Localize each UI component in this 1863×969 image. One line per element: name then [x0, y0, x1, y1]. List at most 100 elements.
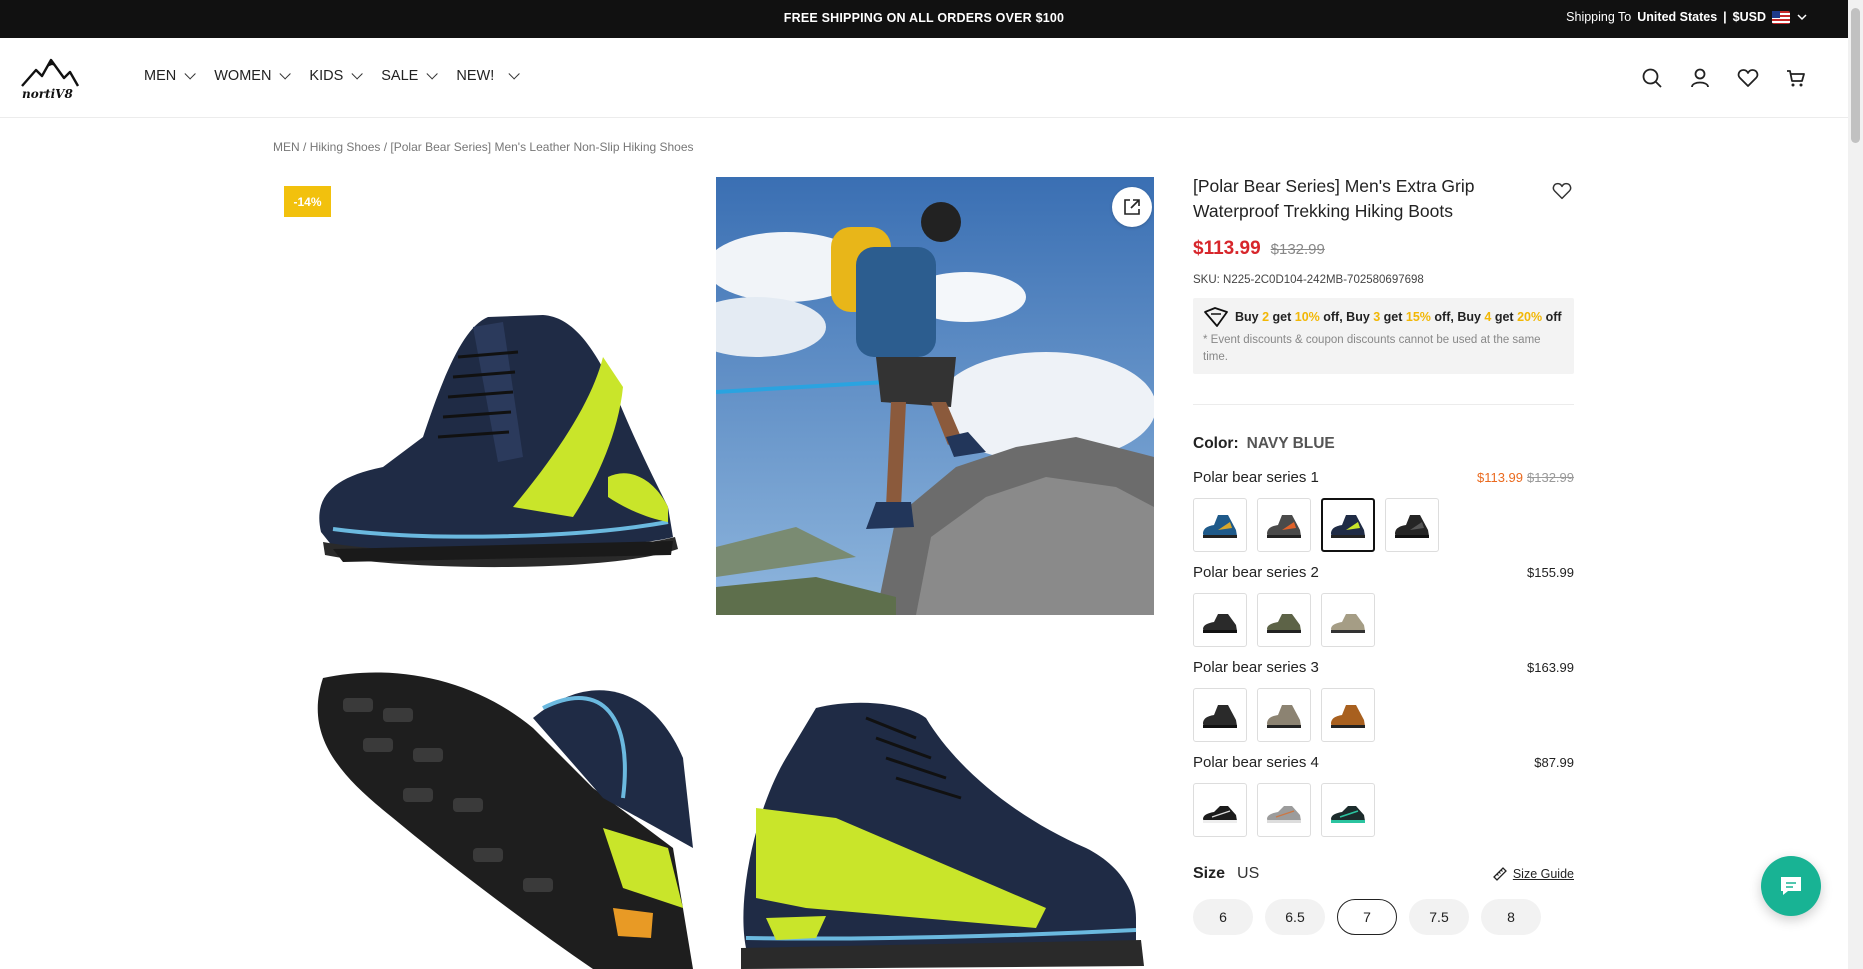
bulk-discount-text: Buy 2 get 10% off, Buy 3 get 15% off, Bu… [1203, 306, 1564, 328]
nav-item-women[interactable]: WOMEN [214, 68, 292, 84]
series-name: Polar bear series 1 [1193, 469, 1319, 486]
wishlist-heart-icon[interactable] [1736, 66, 1760, 90]
external-link-icon [1124, 199, 1140, 215]
ruler-icon [1492, 867, 1507, 881]
shipping-selector[interactable]: Shipping To United States | $USD [1566, 10, 1808, 24]
nav-label: SALE [381, 68, 419, 84]
boot-thumbnail-icon [1331, 515, 1365, 538]
variant-thumb[interactable] [1193, 783, 1247, 837]
variant-thumb-selected[interactable] [1321, 498, 1375, 552]
variant-thumb[interactable] [1193, 498, 1247, 552]
ship-country: United States [1637, 10, 1718, 24]
boot-side-image [319, 315, 678, 568]
promo-pct: 20% [1517, 310, 1543, 324]
variant-thumb[interactable] [1385, 498, 1439, 552]
boot-thumbnail-icon [1203, 515, 1237, 538]
promo-fragment: Buy [1235, 310, 1263, 324]
mountain-logo-icon: nortiV8 [21, 58, 80, 101]
size-option[interactable]: 7.5 [1409, 899, 1469, 935]
shoe-thumbnail-icon [1331, 614, 1365, 633]
nav-item-kids[interactable]: KIDS [309, 68, 364, 84]
brand-logo[interactable]: nortiV8 [20, 56, 80, 101]
series-name: Polar bear series 3 [1193, 659, 1319, 676]
product-image-2[interactable] [716, 177, 1154, 615]
promo-pct: 10% [1294, 310, 1320, 324]
promo-pct: 15% [1405, 310, 1431, 324]
variant-thumb[interactable] [1257, 593, 1311, 647]
ship-label: Shipping To [1566, 10, 1632, 24]
chevron-down-icon [426, 68, 439, 80]
search-icon[interactable] [1640, 66, 1664, 90]
promo-amount: $100 [1035, 11, 1065, 25]
header-actions [1640, 66, 1808, 90]
promo-fragment: off, Buy [1430, 310, 1485, 324]
boot-sole-image [317, 672, 693, 969]
nav-label: KIDS [309, 68, 344, 84]
series-group-3: Polar bear series 3 $163.99 [1193, 659, 1574, 742]
series-price: $87.99 [1534, 755, 1574, 770]
variant-thumb[interactable] [1257, 688, 1311, 742]
size-option[interactable]: 8 [1481, 899, 1541, 935]
series-old-price: $132.99 [1527, 470, 1574, 485]
size-unit: US [1237, 865, 1260, 882]
breadcrumb-men[interactable]: MEN [273, 140, 300, 154]
nav-item-sale[interactable]: SALE [381, 68, 439, 84]
chevron-down-icon [279, 68, 292, 80]
chat-bubble-icon [1781, 877, 1801, 895]
size-guide-link[interactable]: Size Guide [1492, 866, 1574, 882]
product-image-3[interactable] [273, 648, 710, 969]
discount-badge: -14% [284, 186, 331, 217]
size-header: Size US Size Guide [1193, 865, 1574, 883]
variant-thumb[interactable] [1321, 593, 1375, 647]
breadcrumb-separator: / [299, 140, 310, 154]
promo-fragment: get [1491, 310, 1518, 324]
site-header: nortiV8 MEN WOMEN KIDS SALE NEW! [0, 38, 1848, 118]
series-name: Polar bear series 4 [1193, 754, 1319, 771]
announcement-bar: FREE SHIPPING ON ALL ORDERS OVER $100 Sh… [0, 0, 1848, 38]
boot-thumbnail-icon [1331, 705, 1365, 728]
shoe-thumbnail-icon [1267, 614, 1301, 633]
variant-thumb[interactable] [1321, 688, 1375, 742]
variant-thumb[interactable] [1193, 593, 1247, 647]
nav-item-men[interactable]: MEN [144, 68, 197, 84]
original-price: $132.99 [1270, 241, 1325, 258]
cart-icon[interactable] [1784, 66, 1808, 90]
expand-image-button[interactable] [1112, 187, 1152, 227]
live-chat-button[interactable] [1761, 856, 1821, 916]
promo-fragment: get [1380, 310, 1406, 324]
boot-thumbnail-icon [1267, 705, 1301, 728]
product-image-1[interactable] [273, 177, 710, 614]
scrollbar-thumb[interactable] [1851, 8, 1860, 143]
color-label: Color: [1193, 435, 1239, 452]
product-sku: SKU: N225-2C0D104-242MB-702580697698 [1193, 274, 1424, 286]
size-option[interactable]: 6.5 [1265, 899, 1325, 935]
page-scrollbar[interactable] [1848, 0, 1863, 969]
nav-item-new[interactable]: NEW! [456, 68, 520, 84]
size-option-selected[interactable]: 7 [1337, 899, 1397, 935]
promo-note: * Event discounts & coupon discounts can… [1203, 334, 1541, 363]
series-price: $113.99 [1476, 470, 1523, 485]
variant-thumb[interactable] [1193, 688, 1247, 742]
product-info-panel: [Polar Bear Series] Men's Extra Grip Wat… [1193, 174, 1574, 935]
product-image-4[interactable] [716, 648, 1154, 969]
logo-text: nortiV8 [22, 87, 73, 100]
promo-text: FREE SHIPPING ON ALL ORDERS OVER [783, 11, 1036, 25]
variant-thumb[interactable] [1257, 783, 1311, 837]
color-value: NAVY BLUE [1246, 435, 1335, 452]
price-row: $113.99 $132.99 [1193, 238, 1574, 260]
variant-thumb[interactable] [1321, 783, 1375, 837]
breadcrumb-hiking-shoes[interactable]: Hiking Shoes [310, 140, 381, 154]
account-icon[interactable] [1688, 66, 1712, 90]
size-option[interactable]: 6 [1193, 899, 1253, 935]
hiker-lifestyle-image [716, 177, 1154, 615]
variant-thumb[interactable] [1257, 498, 1311, 552]
chevron-down-icon [184, 68, 197, 80]
nav-label: NEW! [456, 68, 495, 84]
promo-qty: 2 [1262, 310, 1270, 324]
sneaker-thumbnail-icon [1331, 806, 1365, 823]
product-title: [Polar Bear Series] Men's Extra Grip Wat… [1193, 176, 1475, 221]
sneaker-thumbnail-icon [1267, 806, 1301, 823]
size-guide-text: Size Guide [1512, 867, 1574, 881]
promo-fragment: off [1542, 310, 1562, 324]
favorite-heart-icon[interactable] [1551, 180, 1573, 202]
